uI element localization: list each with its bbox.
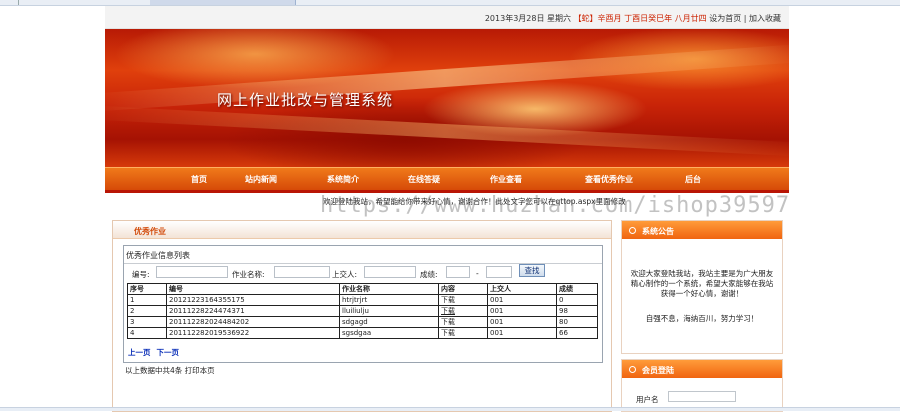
cell-seq: 1 (127, 294, 167, 306)
cell-seq: 4 (127, 327, 167, 339)
table-row: 3 20111228202448420​2 sdgagd 下载 001 80 (127, 316, 598, 328)
username-label: 用户名 (636, 395, 659, 404)
next-page-link[interactable]: 下一页 (157, 348, 180, 357)
login-header: 会员登陆 (622, 360, 782, 378)
excellent-panel: 优秀作业 优秀作业信息列表 编号: 作业名称: 上交人: 成绩: - 查找 序号… (112, 220, 612, 412)
main-nav: 首页 站内新闻 系统简介 在线答疑 作业查看 查看优秀作业 后台 (105, 167, 789, 193)
cell-submitter: 001 (487, 316, 557, 328)
nav-homework[interactable]: 作业查看 (490, 174, 522, 185)
notice-panel: 系统公告 欢迎大家登陆我站，我站主要是为广大朋友精心制作的一个系统，希望大家能够… (621, 220, 783, 354)
nav-admin[interactable]: 后台 (685, 174, 701, 185)
banner: 网上作业批改与管理系统 (105, 29, 789, 167)
add-favorite-link[interactable]: 加入收藏 (749, 14, 781, 23)
submitter-input[interactable] (364, 266, 416, 278)
download-link[interactable]: 下载 (438, 305, 488, 317)
nav-qa[interactable]: 在线答疑 (408, 174, 440, 185)
col-seq: 序号 (127, 283, 167, 295)
table-header-row: 序号 编号 作业名称 内容 上交人 成绩 (127, 283, 598, 295)
score-max-input[interactable] (486, 266, 512, 278)
dash: - (476, 269, 479, 278)
banner-cloud (105, 43, 789, 113)
username-input[interactable] (668, 391, 736, 402)
cell-no: 20111228202448420​2 (166, 316, 340, 328)
site-title: 网上作业批改与管理系统 (217, 91, 394, 109)
score-min-input[interactable] (446, 266, 470, 278)
lunar-date: 【蛇】辛酉月 丁酉日癸巳年 八月廿四 (573, 14, 707, 23)
download-link[interactable]: 下载 (438, 327, 488, 339)
col-score: 成绩 (556, 283, 598, 295)
cell-submitter: 001 (487, 305, 557, 317)
info-bar: 2013年3月28日 星期六 【蛇】辛酉月 丁酉日癸巳年 八月廿四 设为首页 |… (105, 6, 789, 29)
search-button[interactable]: 查找 (519, 264, 545, 277)
nav-home[interactable]: 首页 (191, 174, 207, 185)
cell-score: 80 (556, 316, 598, 328)
cell-score: 98 (556, 305, 598, 317)
no-input[interactable] (156, 266, 228, 278)
bullet-icon (629, 227, 636, 234)
browser-bottom-bar (0, 407, 900, 411)
summary-text: 以上数据中共4条 打印本页 (125, 366, 215, 375)
set-home-link[interactable]: 设为首页 (709, 14, 741, 23)
cell-score: 0 (556, 294, 598, 306)
login-panel: 会员登陆 用户名 (621, 359, 783, 412)
prev-page-link[interactable]: 上一页 (128, 348, 151, 357)
filter-no-label: 编号: (132, 270, 150, 279)
col-submitter: 上交人 (487, 283, 557, 295)
page-container: 2013年3月28日 星期六 【蛇】辛酉月 丁酉日癸巳年 八月廿四 设为首页 |… (105, 6, 791, 412)
cell-name: sgsdgaa (339, 327, 439, 339)
nav-news[interactable]: 站内新闻 (245, 174, 277, 185)
col-content: 内容 (438, 283, 488, 295)
nav-excellent[interactable]: 查看优秀作业 (585, 174, 633, 185)
cell-seq: 3 (127, 316, 167, 328)
notice-body: 欢迎大家登陆我站，我站主要是为广大朋友精心制作的一个系统，希望大家能够在我站获得… (630, 269, 774, 298)
filter-score-label: 成绩: (420, 270, 438, 279)
cell-name: lluiliulju (339, 305, 439, 317)
notice-title: 系统公告 (642, 227, 674, 236)
info-bar-right: 2013年3月28日 星期六 【蛇】辛酉月 丁酉日癸巳年 八月廿四 设为首页 |… (485, 13, 781, 24)
col-name: 作业名称 (339, 283, 439, 295)
separator: | (743, 14, 747, 23)
filter-submitter-label: 上交人: (332, 270, 358, 279)
cell-score: 66 (556, 327, 598, 339)
notice-motto: 自强不息，海纳百川，努力学习！ (645, 314, 759, 323)
login-title: 会员登陆 (642, 366, 674, 375)
download-link[interactable]: 下载 (438, 294, 488, 306)
excellent-header: 优秀作业 (113, 221, 611, 239)
col-no: 编号 (166, 283, 340, 295)
name-input[interactable] (274, 266, 330, 278)
filter-row: 编号: 作业名称: 上交人: 成绩: - 查找 (124, 264, 602, 280)
table-row: 1 20121223164355175 htrjtrjrt 下载 001 0 (127, 294, 598, 306)
cell-name: htrjtrjrt (339, 294, 439, 306)
date-text: 2013年3月28日 星期六 (484, 14, 572, 23)
cell-no: 20121223164355175 (166, 294, 340, 306)
excellent-heading: 优秀作业 (134, 227, 166, 236)
pager: 上一页 下一页 (128, 347, 185, 358)
excellent-list-box: 优秀作业信息列表 编号: 作业名称: 上交人: 成绩: - 查找 序号 编号 作… (123, 245, 603, 363)
notice-header: 系统公告 (622, 221, 782, 239)
cell-no: 20111228224474371 (166, 305, 340, 317)
excellent-table: 序号 编号 作业名称 内容 上交人 成绩 1 20121223164355175… (127, 283, 598, 339)
cell-no: 20111228201953692​2 (166, 327, 340, 339)
strip-divider (18, 0, 19, 5)
table-row: 4 20111228201953692​2 sgsdgaa 下载 001 66 (127, 327, 598, 339)
table-row: 2 20111228224474371 lluiliulju 下载 001 98 (127, 305, 598, 317)
cell-name: sdgagd (339, 316, 439, 328)
cell-submitter: 001 (487, 294, 557, 306)
download-link[interactable]: 下载 (438, 316, 488, 328)
cell-seq: 2 (127, 305, 167, 317)
browser-tab[interactable] (150, 0, 296, 5)
watermark: https://www.huzhan.com/ishop39597 (320, 193, 791, 218)
banner-cloud (105, 105, 789, 157)
list-title: 优秀作业信息列表 (126, 251, 190, 260)
nav-intro[interactable]: 系统简介 (327, 174, 359, 185)
cell-submitter: 001 (487, 327, 557, 339)
bullet-icon (629, 366, 636, 373)
filter-name-label: 作业名称: (232, 270, 265, 279)
